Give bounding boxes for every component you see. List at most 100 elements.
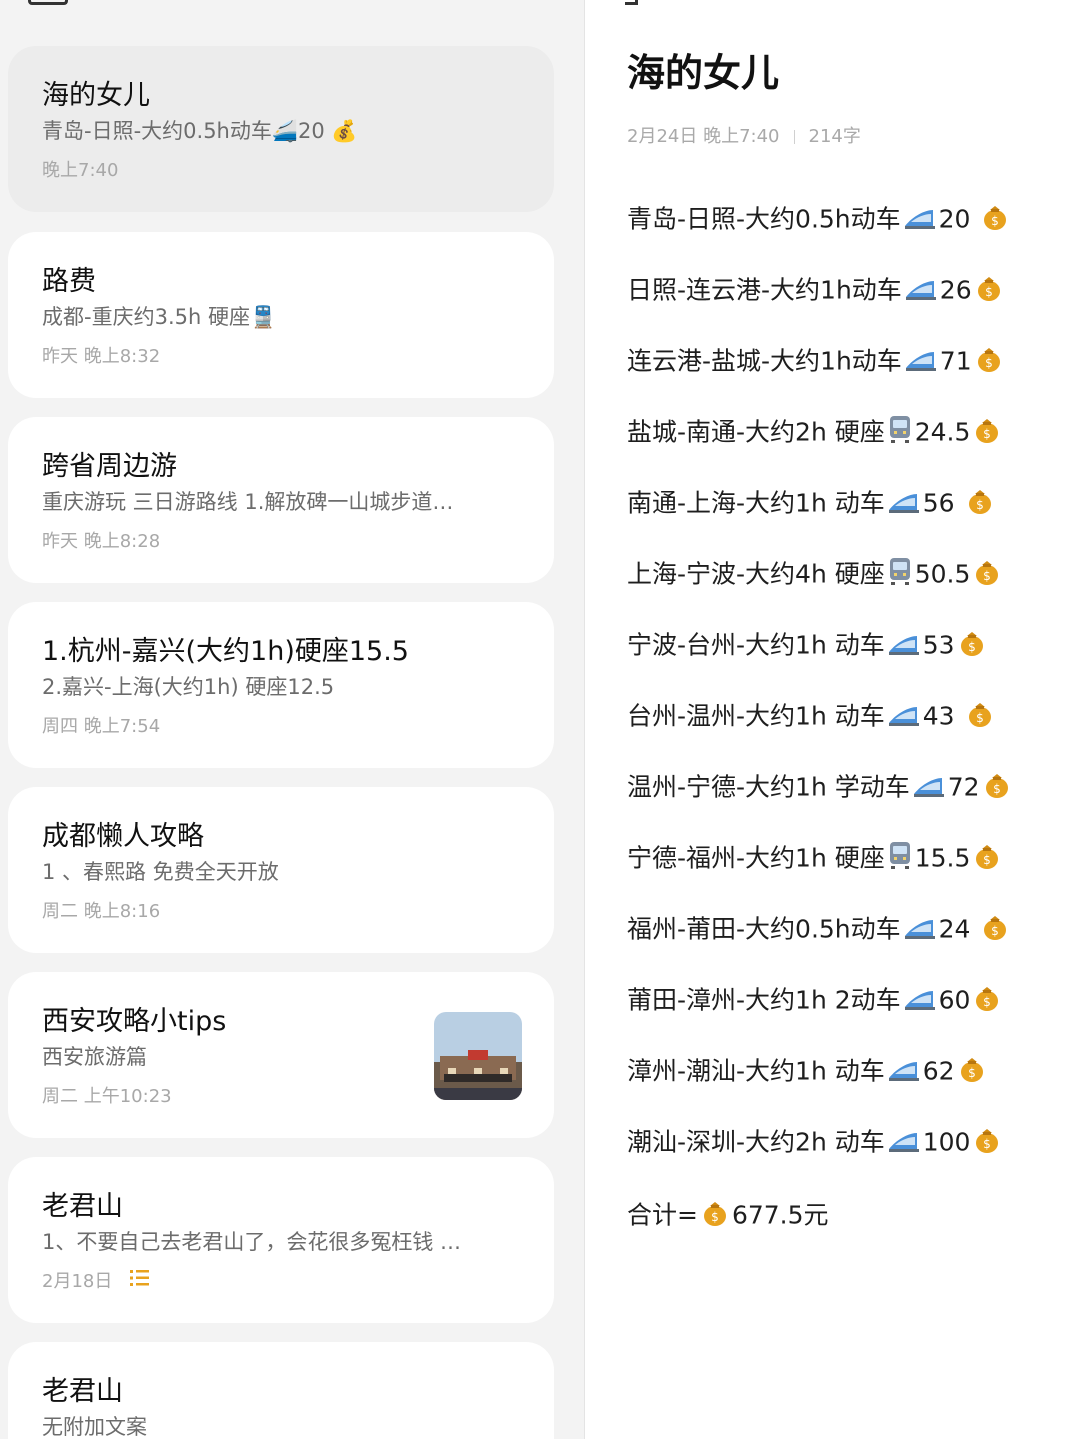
note-card[interactable]: 西安攻略小tips 西安旅游篇 周二 上午10:23 xyxy=(8,972,554,1138)
route-text: 连云港-盐城-大约1h动车 xyxy=(627,346,902,376)
route-line: 盐城-南通-大约2h 硬座 24.5 $ xyxy=(627,414,1004,453)
note-snippet: 1、不要自己去老君山了，会花很多冤枉钱 … xyxy=(42,1230,462,1254)
svg-text:$: $ xyxy=(984,995,992,1009)
total-prefix: 合计= xyxy=(627,1200,698,1230)
svg-text:$: $ xyxy=(968,640,976,654)
note-title: 跨省周边游 xyxy=(42,451,177,482)
back-icon[interactable] xyxy=(625,0,638,5)
route-text: 莆田-漳州-大约1h 2动车 xyxy=(627,985,901,1015)
route-text: 台州-温州-大约1h 动车 xyxy=(627,701,885,731)
notes-list-pane: ·· 海的女儿 青岛-日照-大约0.5h动车🚄20 💰 晚上7:40 路费 成都… xyxy=(0,0,584,1439)
svg-text:$: $ xyxy=(992,214,1000,228)
svg-text:$: $ xyxy=(976,711,984,725)
note-card[interactable]: 老君山 无附加文案 xyxy=(8,1342,554,1439)
route-text: 福州-莆田-大约0.5h动车 xyxy=(627,914,901,944)
note-snippet: 1 、春熙路 免费全天开放 xyxy=(42,860,279,884)
note-snippet: 成都-重庆约3.5h 硬座🚆 xyxy=(42,305,277,329)
note-card[interactable]: 路费 成都-重庆约3.5h 硬座🚆 昨天 晚上8:32 xyxy=(8,232,554,398)
route-price: 20 xyxy=(938,204,979,234)
detail-meta: 2月24日 晚上7:40 214字 xyxy=(627,122,861,148)
svg-text:$: $ xyxy=(968,1066,976,1080)
route-price: 100 xyxy=(922,1127,971,1157)
sidebar-toggle-icon[interactable] xyxy=(28,0,68,5)
route-text: 宁波-台州-大约1h 动车 xyxy=(627,630,885,660)
route-price: 56 xyxy=(922,488,963,518)
svg-text:$: $ xyxy=(976,498,984,512)
note-snippet: 重庆游玩 三日游路线 1.解放碑一山城步道… xyxy=(42,490,454,514)
note-card[interactable]: 成都懒人攻略 1 、春熙路 免费全天开放 周二 晚上8:16 xyxy=(8,787,554,953)
route-line: 温州-宁德-大约1h 学动车 72 $ xyxy=(627,769,1014,808)
money-bag-icon: $ xyxy=(982,769,1012,808)
note-card[interactable]: 老君山 1、不要自己去老君山了，会花很多冤枉钱 … 2月18日 xyxy=(8,1157,554,1323)
route-line: 南通-上海-大约1h 动车 56 $ xyxy=(627,485,997,524)
money-bag-icon: $ xyxy=(957,627,987,666)
note-title: 海的女儿 xyxy=(42,80,150,111)
route-line: 青岛-日照-大约0.5h动车 20 $ xyxy=(627,201,1012,240)
route-price: 26 xyxy=(939,275,972,305)
note-title: 老君山 xyxy=(42,1376,123,1407)
route-price: 15.5 xyxy=(914,843,971,873)
money-bag-icon: $ xyxy=(965,698,995,737)
money-bag-icon: $ xyxy=(972,556,1002,595)
money-bag-icon: $ xyxy=(972,414,1002,453)
train-icon xyxy=(887,556,913,595)
bullet-train-icon xyxy=(887,486,921,523)
bullet-train-icon xyxy=(912,770,946,807)
route-price: 60 xyxy=(938,985,971,1015)
detail-word-count: 214字 xyxy=(808,126,861,147)
svg-text:$: $ xyxy=(985,356,993,370)
money-bag-icon: $ xyxy=(980,201,1010,240)
note-time: 周二 晚上8:16 xyxy=(42,901,161,922)
note-card[interactable]: 1.杭州-嘉兴(大约1h)硬座15.5 2.嘉兴-上海(大约1h) 硬座12.5… xyxy=(8,602,554,768)
svg-text:$: $ xyxy=(984,427,992,441)
route-price: 72 xyxy=(947,772,980,802)
svg-text:$: $ xyxy=(984,569,992,583)
money-bag-icon: $ xyxy=(974,343,1004,382)
route-text: 温州-宁德-大约1h 学动车 xyxy=(627,772,910,802)
bullet-train-icon xyxy=(903,983,937,1020)
route-line: 潮汕-深圳-大约2h 动车 100 $ xyxy=(627,1124,1004,1163)
svg-text:$: $ xyxy=(711,1210,719,1224)
total-value: 677.5元 xyxy=(731,1200,829,1230)
note-time: 晚上7:40 xyxy=(42,160,119,181)
svg-text:$: $ xyxy=(992,924,1000,938)
svg-text:$: $ xyxy=(984,1137,992,1151)
bullet-train-icon xyxy=(887,1125,921,1162)
route-line: 上海-宁波-大约4h 硬座 50.5 $ xyxy=(627,556,1004,595)
note-snippet: 无附加文案 xyxy=(42,1415,147,1439)
note-card[interactable]: 海的女儿 青岛-日照-大约0.5h动车🚄20 💰 晚上7:40 xyxy=(8,46,554,212)
route-price: 24 xyxy=(938,914,979,944)
svg-text:$: $ xyxy=(985,285,993,299)
bullet-train-icon xyxy=(903,912,937,949)
bullet-train-icon xyxy=(904,344,938,381)
note-time: 周四 晚上7:54 xyxy=(42,716,161,737)
route-text: 漳州-潮汕-大约1h 动车 xyxy=(627,1056,885,1086)
bullet-train-icon xyxy=(887,699,921,736)
route-text: 青岛-日照-大约0.5h动车 xyxy=(627,204,901,234)
money-bag-icon: $ xyxy=(965,485,995,524)
note-title: 路费 xyxy=(42,266,96,297)
route-line: 莆田-漳州-大约1h 2动车 60 $ xyxy=(627,982,1004,1021)
route-text: 日照-连云港-大约1h动车 xyxy=(627,275,902,305)
checklist-icon xyxy=(130,1269,150,1295)
money-bag-icon: $ xyxy=(972,982,1002,1021)
note-card[interactable]: 跨省周边游 重庆游玩 三日游路线 1.解放碑一山城步道… 昨天 晚上8:28 xyxy=(8,417,554,583)
route-price: 53 xyxy=(922,630,955,660)
route-price: 71 xyxy=(939,346,972,376)
money-bag-icon: $ xyxy=(972,1124,1002,1163)
money-bag-icon: $ xyxy=(980,911,1010,950)
route-price: 43 xyxy=(922,701,963,731)
svg-text:$: $ xyxy=(993,782,1001,796)
route-line: 宁德-福州-大约1h 硬座 15.5 $ xyxy=(627,840,1004,879)
route-text: 南通-上海-大约1h 动车 xyxy=(627,488,885,518)
route-text: 潮汕-深圳-大约2h 动车 xyxy=(627,1127,885,1157)
note-time: 2月18日 xyxy=(42,1271,113,1292)
route-price: 24.5 xyxy=(914,417,971,447)
route-line: 漳州-潮汕-大约1h 动车 62 $ xyxy=(627,1053,989,1092)
route-price: 62 xyxy=(922,1056,955,1086)
route-text: 上海-宁波-大约4h 硬座 xyxy=(627,559,885,589)
note-title: 老君山 xyxy=(42,1191,123,1222)
detail-title[interactable]: 海的女儿 xyxy=(627,48,779,98)
train-icon xyxy=(887,840,913,879)
note-time: 昨天 晚上8:32 xyxy=(42,346,161,367)
